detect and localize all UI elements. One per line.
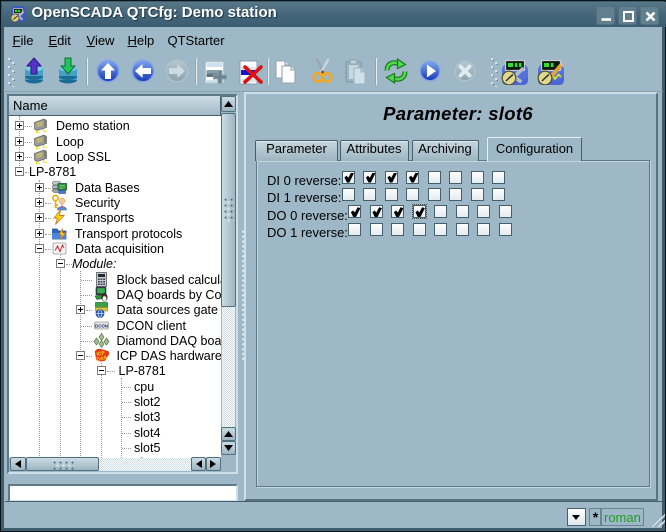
svg-text:DAS: DAS (96, 355, 108, 363)
svg-text:DCON: DCON (95, 323, 108, 328)
